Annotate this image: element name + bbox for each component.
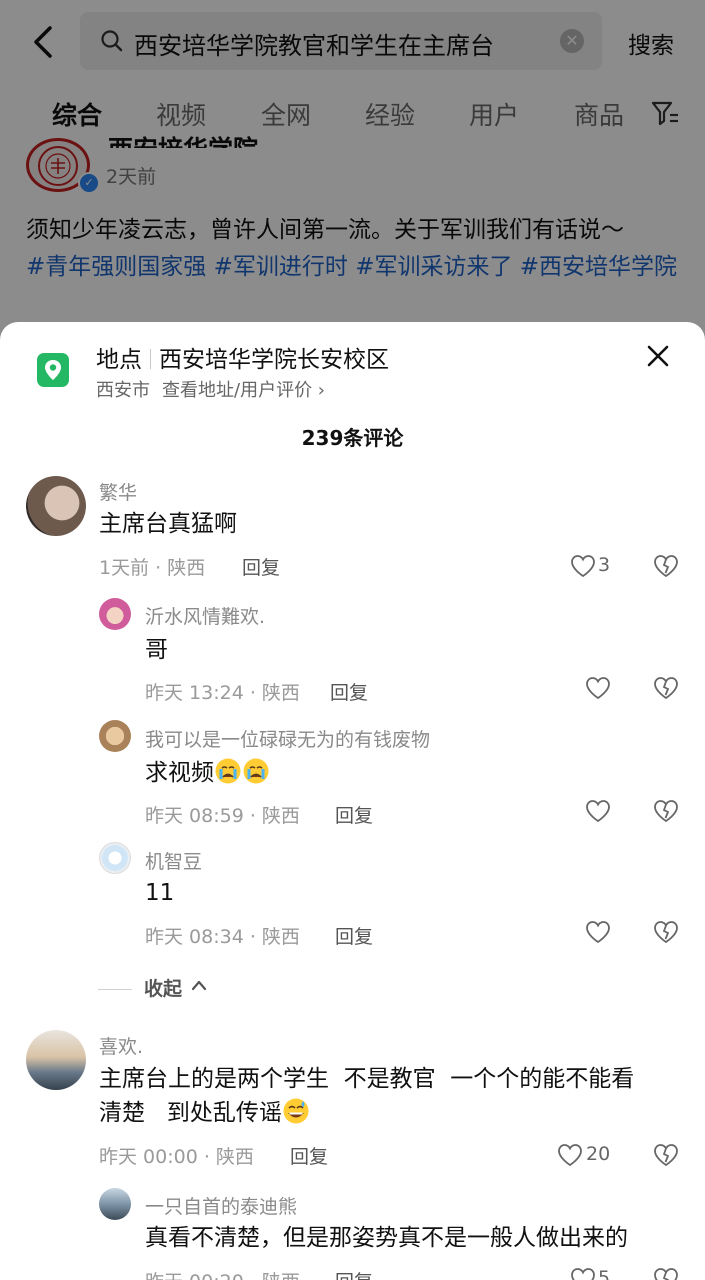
reply-text: 真看不清楚，但是那姿势真不是一般人做出来的 <box>145 1225 628 1251</box>
reply-meta: 昨天 08:59 · 陕西 <box>145 805 300 827</box>
comment-text-line: 清楚 到处乱传谣 <box>99 1100 282 1126</box>
avatar[interactable] <box>99 598 131 630</box>
comment-meta: 1天前 · 陕西 <box>99 557 206 579</box>
comment-text: 主席台上的是两个学生 不是教官 一个个的能不能看 清楚 到处乱传谣 <box>99 1062 679 1130</box>
broken-heart-icon[interactable] <box>653 1267 679 1280</box>
avatar[interactable] <box>99 1188 131 1220</box>
broken-heart-icon[interactable] <box>653 799 679 823</box>
grinning-sweat-face-icon <box>283 1098 309 1124</box>
like-count: 20 <box>586 1143 611 1165</box>
reply-button[interactable]: 回复 <box>335 922 373 949</box>
reply-author[interactable]: 机智豆 <box>145 847 202 874</box>
reply-meta: 昨天 00:20 · 陕西 <box>145 1267 300 1280</box>
reply-text: 求视频 <box>145 756 270 790</box>
comment-text: 主席台真猛啊 <box>99 511 237 537</box>
like-count: 3 <box>598 554 611 576</box>
comments-sheet: 地点 西安培华学院长安校区 西安市 查看地址/用户评价 › 239条评论 繁华 主席… <box>0 322 705 1280</box>
avatar[interactable] <box>26 1030 86 1090</box>
crying-face-icon <box>243 758 269 784</box>
broken-heart-icon[interactable] <box>653 920 679 944</box>
location-city: 西安市 <box>96 380 150 401</box>
heart-icon[interactable] <box>557 1143 583 1167</box>
broken-heart-icon[interactable] <box>653 554 679 578</box>
location-subtitle[interactable]: 西安市 查看地址/用户评价 › <box>96 376 325 402</box>
reply-text: 哥 <box>145 637 168 663</box>
heart-icon[interactable] <box>585 920 611 944</box>
collapse-replies-button[interactable]: 收起 <box>144 974 182 1001</box>
reply-meta: 昨天 13:24 · 陕西 <box>145 682 300 704</box>
close-icon[interactable] <box>642 340 674 372</box>
location-name: 西安培华学院长安校区 <box>159 347 389 373</box>
heart-icon[interactable] <box>570 1267 596 1280</box>
broken-heart-icon[interactable] <box>653 676 679 700</box>
reply-author[interactable]: 沂水风情難欢. <box>145 602 265 629</box>
reply-button[interactable]: 回复 <box>335 1267 373 1280</box>
reply-text-body: 求视频 <box>145 760 214 786</box>
heart-icon[interactable] <box>570 554 596 578</box>
comment-meta: 昨天 00:00 · 陕西 <box>99 1146 254 1168</box>
comment-author[interactable]: 繁华 <box>99 478 137 505</box>
divider <box>98 989 132 990</box>
reply-meta: 昨天 08:34 · 陕西 <box>145 926 300 948</box>
crying-face-icon <box>215 758 241 784</box>
heart-icon[interactable] <box>585 676 611 700</box>
chevron-up-icon[interactable] <box>190 978 208 992</box>
heart-icon[interactable] <box>585 799 611 823</box>
comment-text-line: 主席台上的是两个学生 不是教官 一个个的能不能看 <box>99 1066 635 1092</box>
view-address-link[interactable]: 查看地址/用户评价 › <box>162 380 325 401</box>
avatar[interactable] <box>26 476 86 536</box>
reply-button[interactable]: 回复 <box>335 801 373 828</box>
location-pin-icon <box>37 353 69 387</box>
reply-author[interactable]: 我可以是一位碌碌无为的有钱废物 <box>145 725 430 752</box>
comment-count: 239条评论 <box>301 426 404 450</box>
reply-button[interactable]: 回复 <box>242 553 280 580</box>
reply-button[interactable]: 回复 <box>330 678 368 705</box>
reply-button[interactable]: 回复 <box>290 1142 328 1169</box>
avatar[interactable] <box>99 720 131 752</box>
divider <box>150 349 151 369</box>
reply-text: 11 <box>145 880 175 906</box>
like-count: 5 <box>598 1267 611 1280</box>
location-title[interactable]: 地点 西安培华学院长安校区 <box>96 340 389 374</box>
reply-author[interactable]: 一只自首的泰迪熊 <box>145 1192 297 1219</box>
comment-author[interactable]: 喜欢. <box>99 1032 143 1059</box>
location-label: 地点 <box>96 347 142 373</box>
avatar[interactable] <box>99 842 131 874</box>
broken-heart-icon[interactable] <box>653 1143 679 1167</box>
